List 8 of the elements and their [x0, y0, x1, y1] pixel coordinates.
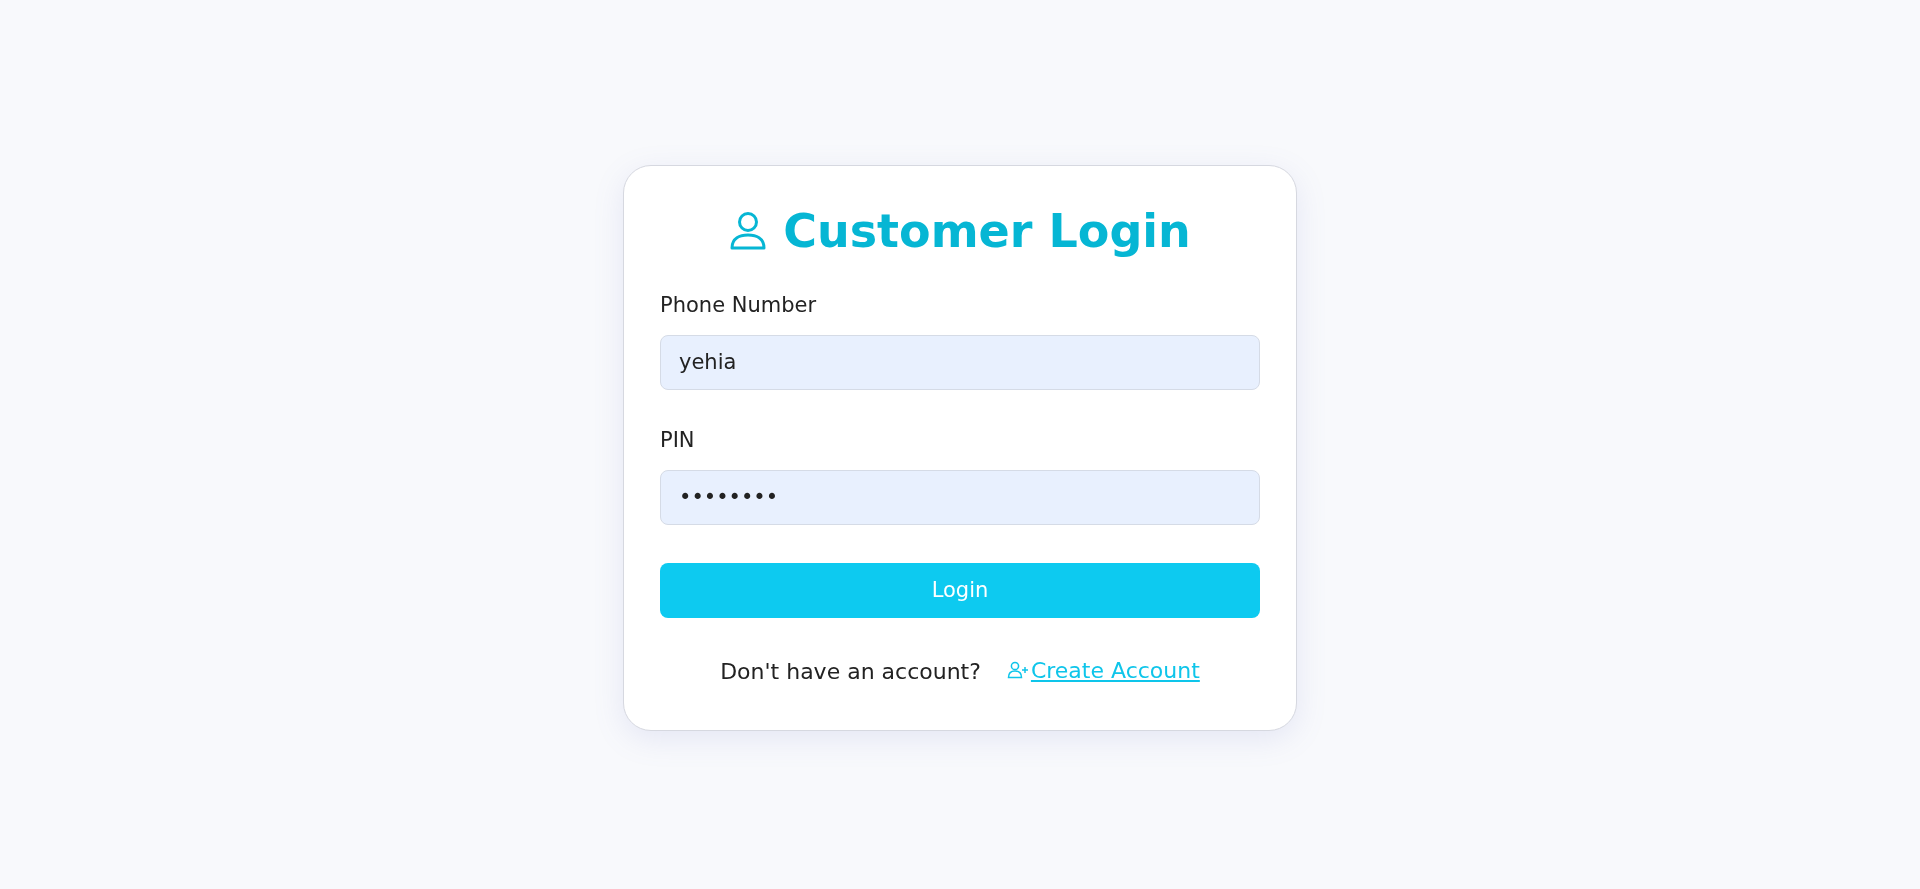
input-field[interactable]: yehia: [660, 334, 1260, 390]
input-field[interactable]: ••••••••: [660, 469, 1260, 525]
field-label: PIN: [660, 427, 695, 452]
page-title: Customer Login: [783, 206, 1191, 257]
account-prompt: Don't have an account?: [720, 659, 981, 685]
user-icon: [729, 211, 768, 252]
field-label: Phone Number: [660, 292, 817, 317]
add-user-icon: [1006, 661, 1029, 680]
